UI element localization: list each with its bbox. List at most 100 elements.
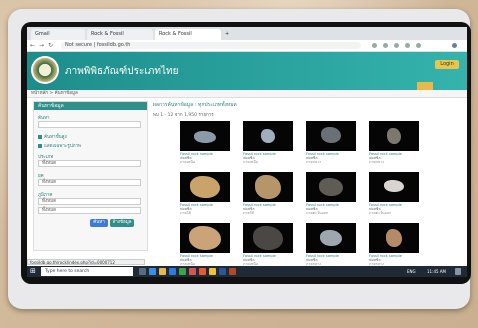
rock-specimen-image	[194, 131, 216, 143]
result-region: ภาคเหนือ	[180, 160, 196, 164]
result-card[interactable]: Fossil rock sample ฟอสซิล ภาคเหนือ	[243, 223, 293, 267]
image-only-check[interactable]: แสดงเฉพาะรูปภาพ	[38, 142, 81, 149]
reset-button[interactable]: ล้างข้อมูล	[110, 219, 134, 227]
rock-specimen-image	[387, 128, 401, 144]
period-label: ยุค	[38, 174, 44, 179]
tab-label: Gmail	[35, 31, 50, 37]
result-thumbnail[interactable]	[369, 121, 419, 151]
taskbar-search-input[interactable]: Type here to search	[41, 267, 133, 276]
result-card[interactable]: Fossil rock sample ฟอสซิล ภาคกลาง	[306, 223, 356, 267]
result-card[interactable]: Fossil rock sample ฟอสซิล ภาคเหนือ	[180, 121, 230, 165]
result-region: ภาคกลาง	[306, 160, 321, 164]
result-thumbnail[interactable]	[306, 172, 356, 202]
result-card[interactable]: Fossil rock sample ฟอสซิล ภาคตะวันออก	[369, 172, 419, 216]
rock-specimen-image	[261, 129, 275, 143]
result-thumbnail[interactable]	[180, 223, 230, 253]
site-title: ภาพพิพิธภัณฑ์ประเภทไทย	[65, 66, 179, 77]
site-logo[interactable]	[31, 56, 59, 84]
result-card[interactable]: Fossil rock sample ฟอสซิล ภาคตะวันออก	[306, 172, 356, 216]
screen: Gmail Rock & Fossil Rock & Fossil + ← → …	[27, 27, 467, 277]
extension-icon[interactable]	[372, 43, 377, 48]
result-region: ภาคกลาง	[369, 160, 384, 164]
result-thumbnail[interactable]	[306, 223, 356, 253]
results-title: ผลการค้นหาข้อมูล : ทุกประเภททั้งหมด	[153, 102, 237, 108]
result-card[interactable]: Fossil rock sample ฟอสซิล ภาคกลาง	[306, 121, 356, 165]
rock-specimen-image	[319, 178, 343, 196]
windows-start-icon[interactable]: ⊞	[30, 268, 37, 275]
tray-language[interactable]: ENG	[407, 268, 416, 275]
results-area: ผลการค้นหาข้อมูล : ทุกประเภททั้งหมด พบ 1…	[153, 101, 463, 277]
result-card[interactable]: Fossil rock sample ฟอสซิล ภาคใต้	[180, 172, 230, 216]
result-card[interactable]: Fossil rock sample ฟอสซิล ภาคใต้	[243, 172, 293, 216]
extension-icon[interactable]	[383, 43, 388, 48]
keyword-input[interactable]	[38, 121, 141, 128]
result-thumbnail[interactable]	[306, 121, 356, 151]
arrow-right-icon[interactable]: →	[38, 42, 45, 49]
region-select-2[interactable]: ทั้งหมด	[38, 207, 141, 214]
result-thumbnail[interactable]	[369, 172, 419, 202]
result-card[interactable]: Fossil rock sample ฟอสซิล ภาคกลาง	[369, 121, 419, 165]
rock-specimen-image	[253, 226, 283, 250]
site-header: ภาพพิพิธภัณฑ์ประเภทไทย Login	[27, 52, 467, 90]
monitor-frame: Gmail Rock & Fossil Rock & Fossil + ← → …	[8, 9, 471, 309]
result-thumbnail[interactable]	[180, 121, 230, 151]
powerpoint-icon[interactable]	[229, 268, 236, 275]
tab-label: Rock & Fossil	[159, 31, 192, 37]
tab-gmail[interactable]: Gmail	[31, 29, 85, 40]
folder-icon[interactable]	[159, 268, 166, 275]
result-region: ภาคเหนือ	[243, 160, 259, 164]
excel-icon[interactable]	[179, 268, 186, 275]
office-icon[interactable]	[199, 268, 206, 275]
chrome-icon[interactable]	[209, 268, 216, 275]
profile-avatar[interactable]	[452, 43, 457, 48]
url-field[interactable]: Not secure | fossildb.go.th	[61, 42, 361, 49]
advanced-search-check[interactable]: ค้นหาขั้นสูง	[38, 133, 67, 140]
result-region: ภาคใต้	[243, 211, 254, 215]
rock-specimen-image	[386, 229, 402, 247]
notification-icon[interactable]	[455, 268, 461, 275]
task-view-icon[interactable]	[139, 268, 146, 275]
arrow-left-icon[interactable]: ←	[29, 42, 36, 49]
extension-icon[interactable]	[405, 43, 410, 48]
reload-icon[interactable]: ↻	[47, 42, 54, 49]
windows-taskbar: ⊞ Type here to search ENG 11:45 AM	[27, 266, 467, 277]
rock-specimen-image	[190, 176, 220, 198]
result-thumbnail[interactable]	[180, 172, 230, 202]
result-card[interactable]: Fossil rock sample ฟอสซิล ภาคเหนือ	[243, 121, 293, 165]
result-region: ภาคใต้	[180, 211, 191, 215]
tab-rock-fossil-2[interactable]: Rock & Fossil	[155, 29, 221, 40]
browser-tab-strip: Gmail Rock & Fossil Rock & Fossil +	[27, 27, 467, 40]
extension-icon[interactable]	[416, 43, 421, 48]
tray-clock[interactable]: 11:45 AM	[427, 268, 446, 275]
result-thumbnail[interactable]	[369, 223, 419, 253]
result-thumbnail[interactable]	[243, 223, 293, 253]
search-button[interactable]: ค้นหา	[90, 219, 108, 227]
extension-icon[interactable]	[394, 43, 399, 48]
type-select[interactable]: ทั้งหมด	[38, 160, 141, 167]
check-label: ค้นหาขั้นสูง	[44, 135, 67, 140]
result-card[interactable]: Fossil rock sample ฟอสซิล ภาคกลาง	[369, 223, 419, 267]
new-tab-button[interactable]: +	[223, 29, 233, 40]
breadcrumb: หน้าหลัก > ค้นหาข้อมูล	[27, 90, 467, 98]
result-thumbnail[interactable]	[243, 121, 293, 151]
status-url: fossildb.go.th/rock/index.php?id=0000712	[27, 259, 145, 265]
edge-icon[interactable]	[149, 268, 156, 275]
filter-panel: ค้นหาข้อมูล ค้นหา ค้นหาขั้นสูง แสดงเฉพาะ…	[33, 101, 148, 251]
region-label: ภูมิภาค	[38, 193, 53, 198]
rock-specimen-image	[321, 127, 341, 143]
store-icon[interactable]	[169, 268, 176, 275]
checkbox-icon	[38, 143, 42, 148]
results-count: พบ 1 - 12 จาก 1,950 รายการ	[153, 113, 214, 118]
region-select-1[interactable]: ทั้งหมด	[38, 198, 141, 205]
period-select[interactable]: ทั้งหมด	[38, 179, 141, 186]
tab-rock-fossil-1[interactable]: Rock & Fossil	[87, 29, 153, 40]
login-button[interactable]: Login	[435, 60, 459, 69]
result-region: ภาคตะวันออก	[369, 211, 392, 215]
app-icon[interactable]	[189, 268, 196, 275]
keyword-label: ค้นหา	[38, 116, 50, 121]
result-thumbnail[interactable]	[243, 172, 293, 202]
result-card[interactable]: Fossil rock sample ฟอสซิล ภาคเหนือ	[180, 223, 230, 267]
checkbox-icon	[38, 134, 42, 139]
check-label: แสดงเฉพาะรูปภาพ	[44, 144, 82, 149]
word-icon[interactable]	[219, 268, 226, 275]
